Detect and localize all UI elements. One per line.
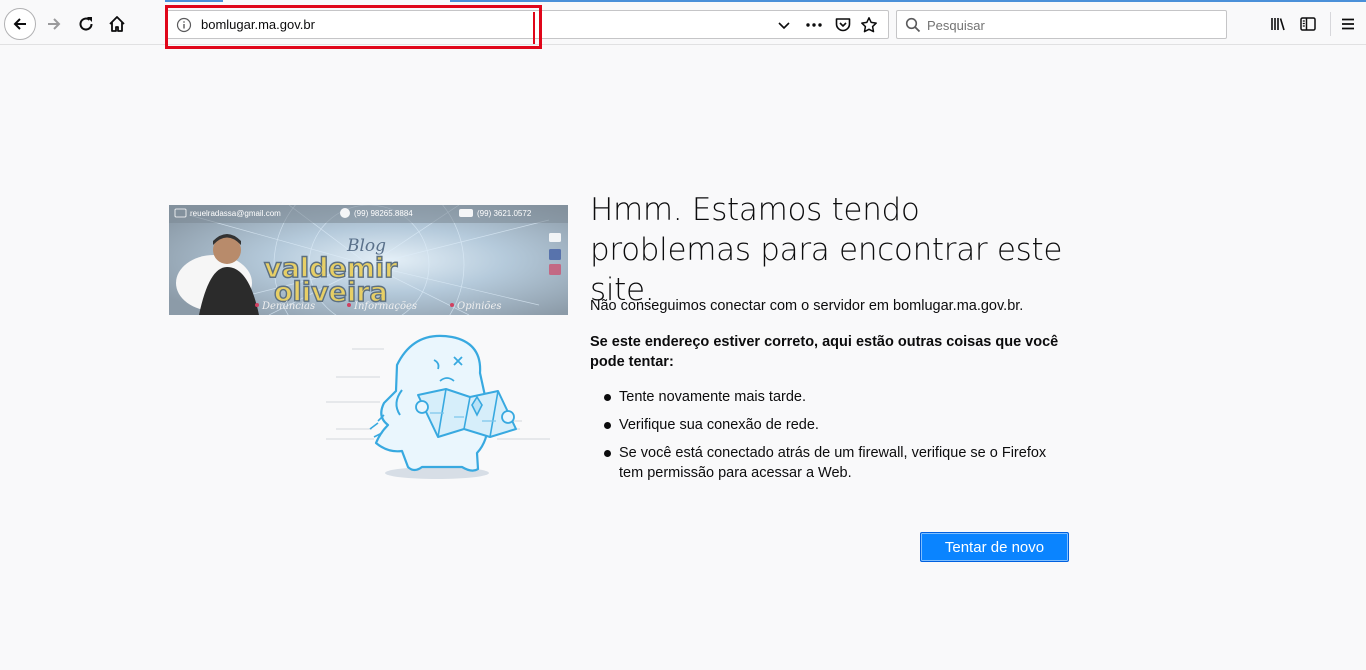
bullet-icon [604, 450, 611, 457]
search-bar[interactable] [896, 10, 1227, 39]
tip-text: Se você está conectado atrás de um firew… [619, 445, 1047, 481]
back-button[interactable] [4, 8, 36, 40]
blog-banner-image: reuelradassa@gmail.com (99) 98265.8884 (… [169, 205, 568, 315]
arrow-left-icon [13, 18, 26, 30]
tab-indicator [165, 0, 223, 2]
bullet-icon [604, 422, 611, 429]
banner-tag: Informações [353, 301, 417, 312]
list-item: Tente novamente mais tarde. [590, 387, 1070, 407]
tip-text: Verifique sua conexão de rede. [619, 417, 819, 433]
bullet-icon [604, 394, 611, 401]
search-icon [905, 17, 921, 33]
tip-text: Tente novamente mais tarde. [619, 389, 806, 405]
url-highlight-caret [533, 12, 535, 44]
chevron-down-icon[interactable] [776, 17, 792, 33]
sidebar-icon [1300, 17, 1316, 31]
error-title: Hmm. Estamos tendo problemas para encont… [590, 192, 1063, 308]
tips-heading: Se este endereço estiver correto, aqui e… [590, 334, 1059, 370]
banner-whatsapp: (99) 98265.8884 [354, 209, 413, 218]
bookmark-star-icon[interactable] [860, 16, 878, 34]
try-again-button[interactable]: Tentar de novo [920, 532, 1069, 562]
forward-button[interactable] [40, 10, 68, 38]
hamburger-menu-icon [1342, 18, 1354, 30]
info-icon[interactable] [176, 17, 192, 33]
toolbar-separator [1330, 12, 1331, 36]
banner-email: reuelradassa@gmail.com [190, 209, 281, 218]
page-actions-icon[interactable] [804, 17, 824, 33]
browser-toolbar: bomlugar.ma.gov.br [0, 0, 1366, 45]
search-input[interactable] [927, 15, 1217, 35]
sidebar-toggle-button[interactable] [1294, 10, 1322, 38]
home-button[interactable] [103, 10, 131, 38]
tips-list: Tente novamente mais tarde. Verifique su… [590, 387, 1070, 491]
arrow-right-icon [48, 18, 61, 30]
address-bar[interactable]: bomlugar.ma.gov.br [166, 10, 889, 39]
menu-button[interactable] [1334, 10, 1362, 38]
home-icon [109, 16, 125, 32]
reload-icon [79, 17, 93, 31]
library-icon [1271, 18, 1285, 31]
pocket-icon[interactable] [834, 16, 852, 34]
banner-tag: Denúncias [261, 301, 315, 312]
banner-phone: (99) 3621.0572 [477, 209, 532, 218]
error-description: Não conseguimos conectar com o servidor … [590, 298, 1024, 314]
list-item: Verifique sua conexão de rede. [590, 415, 1070, 435]
list-item: Se você está conectado atrás de um firew… [590, 443, 1070, 483]
banner-tag: Opiniões [457, 301, 502, 312]
confused-dinosaur-illustration [322, 325, 552, 485]
url-text[interactable]: bomlugar.ma.gov.br [201, 17, 315, 32]
tab-indicator [450, 0, 1366, 2]
library-button[interactable] [1264, 10, 1292, 38]
reload-button[interactable] [72, 10, 100, 38]
